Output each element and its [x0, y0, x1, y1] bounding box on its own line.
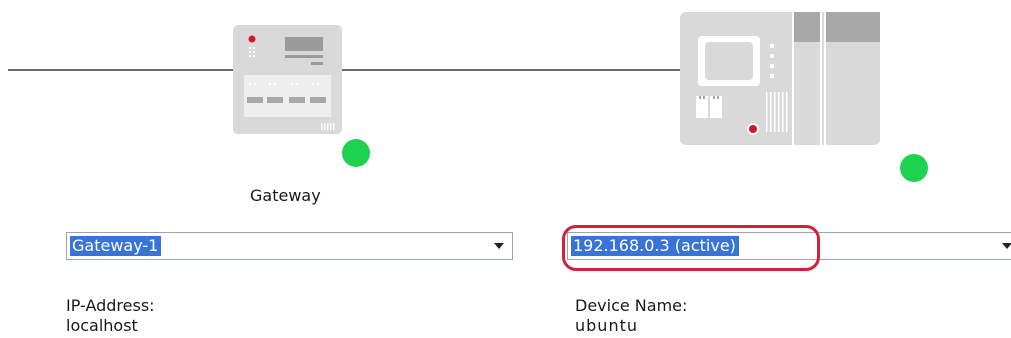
ip-address-label: IP-Address:	[66, 296, 155, 315]
gateway-label: Gateway	[250, 186, 321, 205]
gateway-status-indicator	[342, 139, 370, 167]
device-name-label: Device Name:	[575, 296, 688, 315]
chevron-down-icon[interactable]	[1002, 243, 1011, 249]
gateway-select[interactable]: Gateway-1	[66, 232, 513, 260]
gateway-select-value: Gateway-1	[70, 236, 162, 256]
network-line	[8, 69, 680, 71]
device-status-indicator	[900, 154, 928, 182]
highlight-annotation	[562, 225, 820, 271]
gateway-device-icon[interactable]	[233, 25, 342, 134]
chevron-down-icon[interactable]	[494, 243, 504, 249]
device-name-value: ubuntu	[575, 316, 638, 335]
ip-address-value: localhost	[66, 316, 138, 335]
controller-device-icon[interactable]	[680, 12, 880, 145]
